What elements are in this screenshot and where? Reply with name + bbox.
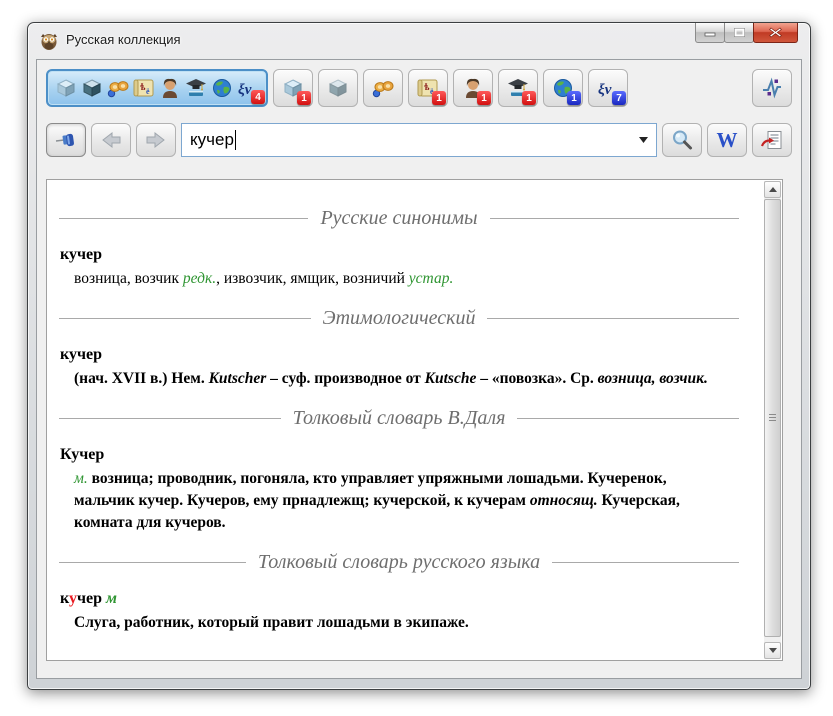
heading-rule xyxy=(517,418,739,419)
search-button[interactable] xyxy=(662,123,702,157)
tune-pulse-icon xyxy=(760,76,784,100)
result-count-badge: 1 xyxy=(477,91,491,105)
svg-text:ё: ё xyxy=(146,87,150,96)
heading-rule xyxy=(59,562,246,563)
entry-headword: кучер xyxy=(60,244,723,266)
entry-body: (нач. XVII в.) Нем. Kutscher – суф. прои… xyxy=(74,368,723,390)
pushpin-icon xyxy=(54,128,78,152)
heading-rule xyxy=(487,318,739,319)
dict-button-binoculars[interactable] xyxy=(363,69,403,107)
heading-rule xyxy=(59,418,281,419)
entry-body: Слуга, работник, который правит лошадьми… xyxy=(74,612,723,634)
owl-app-icon xyxy=(39,31,59,51)
section-heading: Русские синонимы xyxy=(59,204,739,232)
section-etymology: Этимологический кучер (нач. XVII в.) Нем… xyxy=(47,304,763,390)
cube-dark-icon xyxy=(80,76,104,100)
binoculars-icon xyxy=(106,76,130,100)
result-count-badge: 1 xyxy=(297,91,311,105)
section-title: Этимологический xyxy=(311,307,488,330)
scrollbar-thumb[interactable] xyxy=(764,199,781,637)
text-caret xyxy=(235,130,236,150)
section-ozhegov: Толковый словарь русского языка кучер м … xyxy=(47,548,763,634)
dict-button-dahl[interactable]: 1 xyxy=(453,69,493,107)
result-count-badge: 1 xyxy=(567,91,581,105)
dict-button-etymology[interactable]: ѣё 1 xyxy=(408,69,448,107)
dict-button-globe[interactable]: 1 xyxy=(543,69,583,107)
client-area: ѣё ξν 4 1 xyxy=(36,59,802,679)
search-row: кучер W xyxy=(46,122,792,158)
result-count-badge: 1 xyxy=(432,91,446,105)
education-cap-icon xyxy=(184,76,208,100)
all-dictionaries-button[interactable]: ѣё ξν 4 xyxy=(46,69,268,107)
dahl-portrait-icon xyxy=(158,76,182,100)
back-button[interactable] xyxy=(91,123,131,157)
minimize-button[interactable] xyxy=(695,23,725,43)
wikipedia-button[interactable]: W xyxy=(707,123,747,157)
entry-headword: кучер м xyxy=(60,588,723,610)
window-title: Русская коллекция xyxy=(66,32,181,47)
section-heading: Этимологический xyxy=(59,304,739,332)
export-button[interactable] xyxy=(752,123,792,157)
svg-text:ξν: ξν xyxy=(238,82,252,98)
vertical-scrollbar[interactable] xyxy=(764,181,781,659)
section-title: Русские синонимы xyxy=(308,207,489,230)
result-count-badge: 7 xyxy=(612,91,626,105)
scroll-down-button[interactable] xyxy=(764,642,781,659)
forward-button[interactable] xyxy=(136,123,176,157)
section-title: Толковый словарь В.Даля xyxy=(281,407,518,430)
entry-body: возница, возчик редк., извозчик, ямщик, … xyxy=(74,268,723,290)
entry-headword: Кучер xyxy=(60,444,723,466)
scroll-up-button[interactable] xyxy=(764,181,781,198)
section-heading: Толковый словарь русского языка xyxy=(59,548,739,576)
results-pane[interactable]: Русские синонимы кучер возница, возчик р… xyxy=(46,179,783,661)
dict-button-xi-nu[interactable]: ξν 7 xyxy=(588,69,628,107)
search-input[interactable]: кучер xyxy=(181,123,657,157)
svg-text:ξν: ξν xyxy=(598,82,612,98)
cube-light-icon xyxy=(54,76,78,100)
dict-button-cube-dark[interactable] xyxy=(318,69,358,107)
app-window: Русская коллекция xyxy=(27,22,811,690)
heading-rule xyxy=(59,318,311,319)
triangle-down-icon xyxy=(769,648,777,653)
forward-arrow-icon xyxy=(144,128,168,152)
triangle-up-icon xyxy=(769,187,777,192)
entry-headword: кучер xyxy=(60,344,723,366)
section-synonyms: Русские синонимы кучер возница, возчик р… xyxy=(47,204,763,290)
binoculars-icon xyxy=(371,76,395,100)
dropdown-arrow-icon[interactable] xyxy=(634,128,652,152)
dictionary-toolbar: ѣё ξν 4 1 xyxy=(46,68,792,108)
export-document-icon xyxy=(760,128,784,152)
thumb-grip xyxy=(769,414,776,421)
cube-dark-icon xyxy=(326,76,350,100)
entry-body: м. возница; проводник, погоняла, кто упр… xyxy=(74,468,723,534)
heading-rule xyxy=(490,218,739,219)
back-arrow-icon xyxy=(99,128,123,152)
magnifier-icon xyxy=(670,128,694,152)
wikipedia-w-icon: W xyxy=(717,128,738,153)
result-count-badge: 4 xyxy=(251,90,265,104)
titlebar[interactable]: Русская коллекция xyxy=(28,23,810,59)
pin-button[interactable] xyxy=(46,123,86,157)
dict-button-education[interactable]: 1 xyxy=(498,69,538,107)
maximize-button[interactable] xyxy=(724,23,754,43)
results-text: Русские синонимы кучер возница, возчик р… xyxy=(47,180,763,660)
globe-icon xyxy=(210,76,234,100)
heading-rule xyxy=(59,218,308,219)
heading-rule xyxy=(552,562,739,563)
dict-button-cube-light[interactable]: 1 xyxy=(273,69,313,107)
close-button[interactable] xyxy=(753,23,798,43)
etymology-scroll-icon: ѣё xyxy=(132,76,156,100)
section-dahl: Толковый словарь В.Даля Кучер м. возница… xyxy=(47,404,763,534)
section-heading: Толковый словарь В.Даля xyxy=(59,404,739,432)
section-title: Толковый словарь русского языка xyxy=(246,551,552,574)
settings-button[interactable] xyxy=(752,69,792,107)
result-count-badge: 1 xyxy=(522,91,536,105)
search-input-value: кучер xyxy=(190,130,234,150)
